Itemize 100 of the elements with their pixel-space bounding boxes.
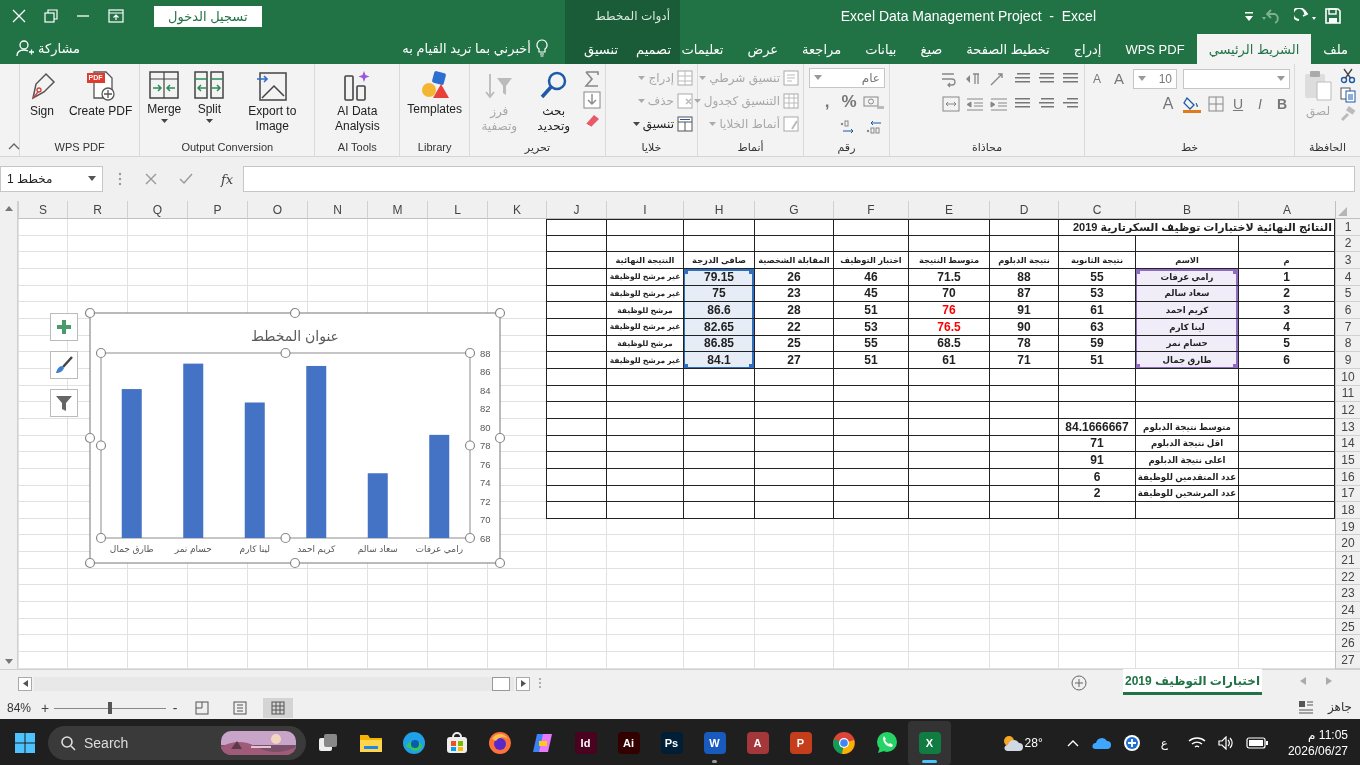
table-cell: 3	[1238, 302, 1335, 319]
ribbon-button[interactable]: Split	[190, 68, 229, 126]
ribbon-button[interactable]: Merge	[144, 68, 185, 126]
row-header[interactable]: 6	[1335, 302, 1360, 319]
column-header[interactable]: F	[833, 201, 908, 219]
row-header[interactable]: 21	[1335, 552, 1360, 569]
column-header[interactable]: K	[487, 201, 546, 219]
table-cell: 45	[833, 285, 908, 303]
comma-style-button[interactable]: ,	[819, 92, 835, 112]
axis-label: 88	[480, 347, 491, 359]
font-color-button[interactable]: A	[1160, 94, 1176, 114]
ribbon-tab[interactable]: ملف	[1311, 34, 1360, 64]
row-header[interactable]: 20	[1335, 535, 1360, 553]
ribbon-tab[interactable]: تنسيق	[575, 34, 627, 64]
zoom-out-button[interactable]: -	[169, 700, 181, 716]
ribbon-tab[interactable]: عرض	[735, 34, 791, 64]
ribbon-menu-button[interactable]: تنسيق	[632, 114, 693, 134]
table-cell: 55	[1058, 268, 1135, 286]
cell-text: 76	[942, 303, 956, 318]
column-header[interactable]: E	[908, 201, 989, 219]
ribbon-tab[interactable]: الشريط الرئيسي	[1196, 34, 1312, 64]
share-button[interactable]: مشاركة	[16, 39, 80, 57]
row-header[interactable]: 18	[1335, 502, 1360, 519]
column-header[interactable]: P	[187, 201, 247, 219]
ribbon-button[interactable]: AI Data Analysis	[319, 68, 396, 136]
taskbar-app[interactable]: P	[779, 720, 822, 765]
taskbar-app[interactable]: Ai	[607, 720, 650, 765]
column-header[interactable]: L	[427, 201, 487, 219]
table-cell: 63	[1058, 318, 1135, 336]
category-label: حسام نمر	[174, 544, 212, 554]
row-header[interactable]: 9	[1335, 352, 1360, 369]
column-header[interactable]: B	[1135, 201, 1238, 219]
ribbon-button[interactable]: Templates	[404, 68, 465, 119]
clock-date[interactable]: 2026/06/27	[1287, 742, 1348, 759]
taskbar-app[interactable]: Ps	[650, 720, 693, 765]
bold-button[interactable]: B	[1274, 94, 1290, 114]
zoom-in-button[interactable]: +	[39, 700, 51, 716]
row-header[interactable]: 1	[1335, 219, 1360, 236]
name-box[interactable]: مخطط 1	[0, 166, 103, 192]
table-cell: 91	[1058, 452, 1135, 469]
column-header[interactable]: Q	[127, 201, 187, 219]
column-header[interactable]: G	[754, 201, 833, 219]
row-header[interactable]: 24	[1335, 602, 1360, 619]
ribbon-tab[interactable]: بيانات	[853, 34, 909, 64]
search-field[interactable]: Search	[48, 725, 306, 760]
axis-label: 74	[480, 477, 491, 488]
taskbar-app[interactable]: A	[736, 720, 779, 765]
sheet-tab[interactable]: اختبارات التوظيف 2019	[1123, 669, 1262, 695]
table-cell: 86.6	[683, 302, 754, 319]
shrink-font-button[interactable]: A	[1089, 69, 1105, 89]
ribbon-tab[interactable]: صيغ	[908, 34, 955, 64]
italic-button[interactable]: I	[1252, 94, 1268, 114]
taskbar-app[interactable]: X	[908, 720, 951, 765]
ribbon-tab[interactable]: تصميم	[627, 34, 680, 64]
column-header[interactable]: R	[67, 201, 127, 219]
table-cell: اعلى نتيجة الدبلوم	[1135, 452, 1238, 469]
column-header[interactable]: O	[247, 201, 307, 219]
table-cell: 22	[754, 318, 833, 336]
ribbon-tab[interactable]: WPS PDF	[1113, 34, 1197, 64]
group-label: WPS PDF	[54, 141, 105, 153]
row-header[interactable]: 23	[1335, 585, 1360, 603]
grow-font-button[interactable]: A	[1111, 69, 1127, 89]
find-select-button[interactable]: بحث وتحديد	[528, 68, 579, 136]
ribbon-button[interactable]: Export to Image	[234, 68, 311, 136]
ribbon-tab[interactable]: تخطيط الصفحة	[954, 34, 1062, 64]
column-header[interactable]: J	[546, 201, 606, 219]
ribbon-tab[interactable]: إدراج	[1061, 34, 1114, 64]
table-cell: اقل نتيجة الدبلوم	[1135, 435, 1238, 453]
chart-title: عنوان المخطط	[251, 328, 339, 344]
app-tile-icon: A	[746, 731, 769, 754]
row-header[interactable]: 26	[1335, 635, 1360, 653]
zoom-level[interactable]: 84%	[7, 701, 39, 715]
table-cell: 84.1	[683, 352, 754, 369]
ribbon-tab[interactable]: مراجعة	[790, 34, 854, 64]
row-header[interactable]: 15	[1335, 452, 1360, 469]
taskbar-app[interactable]: Id	[564, 720, 607, 765]
insert-function-button[interactable]: fx	[215, 171, 239, 187]
column-header[interactable]: C	[1058, 201, 1135, 219]
underline-button[interactable]: U	[1230, 94, 1246, 114]
column-header[interactable]: H	[683, 201, 754, 219]
weather-widget[interactable]: 28°	[1000, 732, 1043, 753]
column-header[interactable]: D	[989, 201, 1058, 219]
column-header[interactable]: A	[1238, 201, 1335, 219]
column-header[interactable]: N	[307, 201, 367, 219]
sign-in-button[interactable]: تسجيل الدخول	[154, 5, 262, 27]
row-header[interactable]: 12	[1335, 402, 1360, 419]
row-header[interactable]: 27	[1335, 652, 1360, 669]
number-format-field[interactable]: عام	[809, 68, 885, 88]
ribbon-button[interactable]: Sign	[23, 68, 60, 121]
column-header[interactable]: I	[606, 201, 683, 219]
tell-me-search[interactable]: أخبرني بما تريد القيام به	[402, 39, 549, 57]
clock-time[interactable]: 11:05 م	[1308, 726, 1348, 743]
font-size-field[interactable]: 10	[1133, 69, 1177, 89]
group-label: تحرير	[524, 140, 551, 154]
column-header[interactable]: M	[367, 201, 427, 219]
percent-style-button[interactable]: %	[841, 92, 857, 112]
input-language[interactable]: ع	[1160, 735, 1168, 750]
row-header[interactable]: 3	[1335, 252, 1360, 269]
column-header[interactable]: S	[18, 201, 67, 219]
taskbar-app[interactable]: W	[693, 720, 736, 765]
